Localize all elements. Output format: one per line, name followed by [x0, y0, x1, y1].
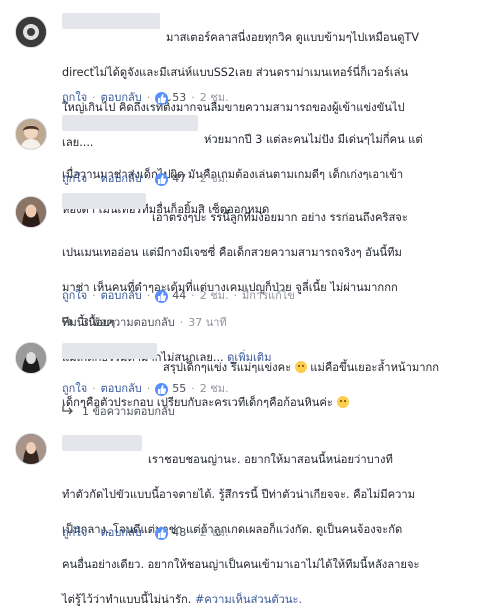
hashtag-link[interactable]: #ความเห็นส่วนตัวนะ. — [195, 593, 302, 606]
like-count[interactable]: 53 — [172, 90, 186, 106]
comment-line: ทำตัวกัดไปขัวแบบนี้อาจตายได้. รู้สึกรรนี… — [62, 488, 416, 502]
like-button[interactable]: ถูกใจ — [62, 90, 87, 106]
reply-button[interactable]: ตอบกลับ — [101, 171, 142, 187]
reply-button[interactable]: ตอบกลับ — [101, 288, 142, 304]
avatar[interactable] — [15, 342, 47, 374]
separator: · — [146, 289, 151, 302]
comment-line: เปนเมนเทออ่อน แต่มีกางมีเจซซี่ คือเด็กสว… — [62, 246, 402, 260]
view-replies-link[interactable]: 1 ข้อความตอบกลับ — [62, 404, 175, 420]
comment-text: สรุปเด็กๆแข่ง รึแม่ๆแข่งคะ แม่คือขึ้นเยอ… — [62, 342, 480, 412]
separator: · — [92, 526, 96, 539]
comment-actions: ถูกใจ · ตอบกลับ · 47 · 2 ชม. — [62, 171, 228, 187]
comment-line: แม่คือขึ้นเยอะล้ำหน้ามากก — [310, 361, 440, 375]
separator: · — [233, 289, 237, 302]
reply-arrow-icon — [62, 404, 74, 420]
separator: · — [146, 526, 151, 539]
emoji-smile-icon — [294, 361, 307, 374]
separator: · — [191, 526, 195, 539]
separator: · — [92, 289, 96, 302]
comment-text: เราชอบชอนญ่านะ. อยากให้มาสอนนี้หน่อยว่าบ… — [62, 434, 480, 608]
avatar[interactable] — [15, 433, 47, 465]
comment-line: ไต่รู้ไว้ว่าทำแบบนี้ไม่น่ารัก. — [62, 592, 192, 606]
timestamp[interactable]: 2 ชม. — [200, 288, 229, 304]
avatar[interactable] — [15, 16, 47, 48]
replies-time: 37 นาที — [188, 316, 227, 329]
comment-actions: ถูกใจ · ตอบกลับ · 48 · 2 ชม. — [62, 525, 228, 541]
like-button[interactable]: ถูกใจ — [62, 381, 87, 397]
like-button[interactable]: ถูกใจ — [62, 525, 87, 541]
separator: · — [92, 172, 96, 185]
separator: · — [146, 382, 151, 395]
comment-actions: ถูกใจ · ตอบกลับ · 53 · 2 ชม. — [62, 90, 228, 106]
like-icon — [155, 91, 169, 105]
timestamp[interactable]: 2 ชม. — [200, 90, 229, 106]
like-count[interactable]: 55 — [172, 381, 186, 397]
timestamp[interactable]: 2 ชม. — [200, 525, 229, 541]
reply-button[interactable]: ตอบกลับ — [101, 90, 142, 106]
replies-count[interactable]: 1 ข้อความตอบกลับ — [82, 404, 175, 420]
replies-count[interactable]: 3 ข้อความตอบกลับ — [82, 315, 175, 331]
comment-line: สรุปเด็กๆแข่ง รึแม่ๆแข่งคะ — [163, 361, 292, 375]
like-button[interactable]: ถูกใจ — [62, 288, 87, 304]
timestamp[interactable]: 2 ชม. — [200, 171, 229, 187]
like-icon — [155, 289, 169, 303]
separator: · — [191, 91, 195, 104]
reply-arrow-icon — [62, 315, 74, 331]
comment-text: เอาตรงๆปะ รรนี้ลูกทีมง้อยมาก อย่าง รรก่อ… — [62, 192, 480, 366]
separator: · — [146, 91, 151, 104]
comment-thread: มาสเตอร์คลาสนี่งอยทุกวิค ดูแบบข้ามๆไปเหม… — [0, 0, 493, 606]
comment-line: directไม่ได้ดูจังและมีเสน่ห์แบบSS2เลย ส่… — [62, 66, 409, 80]
like-icon — [155, 382, 169, 396]
separator: · — [146, 172, 151, 185]
separator: · — [179, 316, 184, 329]
emoji-unamused-icon — [336, 396, 349, 409]
view-replies-link[interactable]: 3 ข้อความตอบกลับ · 37 นาที — [62, 315, 227, 331]
separator: · — [92, 382, 96, 395]
edited-label[interactable]: มีการแก้ไข — [242, 288, 295, 304]
like-icon — [155, 172, 169, 186]
like-count[interactable]: 47 — [172, 171, 186, 187]
comment-line: คนอื่นอย่างเดียว. อยากให้ชอนญ่าเป็นคนเข้… — [62, 557, 420, 571]
separator: · — [191, 172, 195, 185]
separator: · — [191, 289, 195, 302]
comment-actions: ถูกใจ · ตอบกลับ · 44 · 2 ชม. · มีการแก้ไ… — [62, 288, 295, 304]
avatar[interactable] — [15, 118, 47, 150]
separator: · — [92, 91, 96, 104]
reply-button[interactable]: ตอบกลับ — [101, 381, 142, 397]
like-count[interactable]: 44 — [172, 288, 186, 304]
like-count[interactable]: 48 — [172, 525, 186, 541]
comment-line: เราชอบชอนญ่านะ. อยากให้มาสอนนี้หน่อยว่าบ… — [148, 453, 393, 467]
like-icon — [155, 526, 169, 540]
timestamp[interactable]: 2 ชม. — [200, 381, 229, 397]
avatar[interactable] — [15, 196, 47, 228]
like-button[interactable]: ถูกใจ — [62, 171, 87, 187]
comment-actions: ถูกใจ · ตอบกลับ · 55 · 2 ชม. — [62, 381, 228, 397]
separator: · — [191, 382, 195, 395]
reply-button[interactable]: ตอบกลับ — [101, 525, 142, 541]
comment-line: เอาตรงๆปะ รรนี้ลูกทีมง้อยมาก อย่าง รรก่อ… — [152, 211, 408, 225]
comment-line: ห่วยมากปี 3 แต่ละคนไม่ปัง มีเด่นๆไม่กี่ค… — [204, 133, 423, 147]
comment-line: มาสเตอร์คลาสนี่งอยทุกวิค ดูแบบข้ามๆไปเหม… — [166, 31, 420, 45]
